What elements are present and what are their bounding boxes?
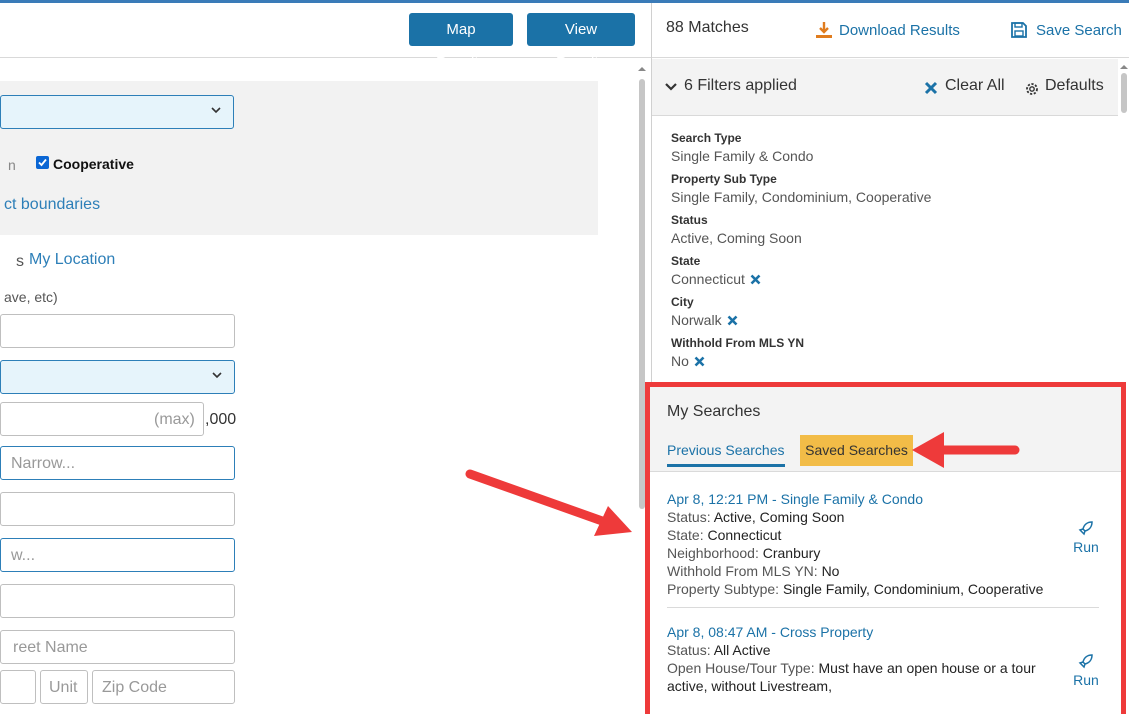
filter-value: Norwalk <box>671 312 738 328</box>
filter-value: Connecticut <box>671 271 761 287</box>
street-name-placeholder: reet Name <box>13 639 88 656</box>
street-number-input[interactable] <box>0 670 36 704</box>
search-detail-row: Status: All Active <box>667 642 771 658</box>
property-type-select[interactable] <box>0 95 234 129</box>
scroll-up-icon <box>638 67 646 71</box>
filter-label: Withhold From MLS YN <box>671 336 804 350</box>
search-detail-row: Withhold From MLS YN: No <box>667 563 840 579</box>
zip-code-input[interactable]: Zip Code <box>92 670 235 704</box>
range-select[interactable] <box>0 360 235 394</box>
dropdown-input[interactable] <box>0 584 235 618</box>
filter-label: Search Type <box>671 131 742 145</box>
search-title-link[interactable]: Apr 8, 08:47 AM - Cross Property <box>667 623 1107 641</box>
previous-search-item: Apr 8, 08:47 AM - Cross Property Status:… <box>667 623 1107 695</box>
save-icon <box>1011 22 1027 38</box>
search-detail-row: Property Subtype: Single Family, Condomi… <box>667 581 1044 597</box>
remove-filter-icon[interactable] <box>694 356 705 367</box>
max-placeholder: (max) <box>154 411 195 428</box>
search-criteria-panel: Map Results View Results n Cooperative c… <box>0 3 651 714</box>
street-name-input[interactable]: reet Name <box>0 630 235 664</box>
filter-label: Property Sub Type <box>671 172 777 186</box>
search-detail-row: State: Connecticut <box>667 527 782 543</box>
scrollbar-thumb[interactable] <box>1121 73 1127 113</box>
cooperative-label: Cooperative <box>53 156 134 172</box>
search-detail-row: active, without Livestream, <box>667 678 832 694</box>
run-search-button[interactable]: Run <box>1071 520 1101 555</box>
my-location-link[interactable]: My Location <box>29 251 115 269</box>
filter-label: State <box>671 254 701 268</box>
rocket-icon <box>1078 654 1093 669</box>
map-results-button[interactable]: Map Results <box>409 13 513 71</box>
previous-search-item: Apr 8, 12:21 PM - Single Family & Condo … <box>667 490 1107 598</box>
location-hint: ave, etc) <box>4 289 58 305</box>
filter-value: No <box>671 353 705 369</box>
check-icon <box>38 158 47 167</box>
filters-applied-toggle[interactable]: 6 Filters applied <box>684 77 797 95</box>
filters-bar: 6 Filters applied Clear All Defaults <box>652 59 1118 116</box>
scroll-up-icon <box>1120 65 1128 69</box>
chevron-down-icon <box>211 107 221 114</box>
gear-icon <box>1026 83 1038 95</box>
tab-previous-searches[interactable]: Previous Searches <box>667 442 785 467</box>
checkbox-label-partial: n <box>8 157 16 173</box>
save-label: Save Search <box>1036 22 1122 39</box>
clear-all-button[interactable]: Clear All <box>945 77 1005 95</box>
my-searches-title: My Searches <box>667 403 761 420</box>
clear-x-icon <box>924 81 938 95</box>
chevron-down-icon[interactable] <box>665 82 677 92</box>
narrow-input-2[interactable]: w... <box>0 538 235 572</box>
defaults-button[interactable]: Defaults <box>1045 77 1104 95</box>
entry-divider <box>667 607 1099 608</box>
draw-boundaries-link[interactable]: ct boundaries <box>4 196 100 214</box>
search-title-link[interactable]: Apr 8, 12:21 PM - Single Family & Condo <box>667 490 1107 508</box>
filter-label: City <box>671 295 694 309</box>
property-type-section: n Cooperative ct boundaries <box>0 81 598 235</box>
results-header: 88 Matches Download Results Save Search <box>652 3 1129 58</box>
match-count: 88 Matches <box>666 19 749 36</box>
thousands-suffix: ,000 <box>205 411 237 428</box>
view-results-button[interactable]: View Results <box>527 13 635 71</box>
unit-input[interactable]: Unit <box>40 670 88 704</box>
text-input[interactable] <box>0 492 235 526</box>
my-searches-header: My Searches Previous Searches Saved Sear… <box>650 387 1121 472</box>
search-detail-row: Status: Active, Coming Soon <box>667 509 845 525</box>
download-icon <box>816 22 832 38</box>
remove-filter-icon[interactable] <box>750 274 761 285</box>
unit-placeholder: Unit <box>49 679 78 696</box>
run-search-button[interactable]: Run <box>1071 653 1101 688</box>
filters-scrollbar[interactable] <box>1118 59 1129 379</box>
download-label: Download Results <box>839 22 960 39</box>
narrow-placeholder-1: Narrow... <box>11 455 76 472</box>
rocket-icon <box>1078 521 1093 536</box>
filter-value: Single Family, Condominium, Cooperative <box>671 189 932 205</box>
narrow-input-1[interactable]: Narrow... <box>0 446 235 480</box>
location-input[interactable] <box>0 314 235 348</box>
tab-saved-searches[interactable]: Saved Searches <box>800 435 913 466</box>
filter-value: Single Family & Condo <box>671 148 814 164</box>
search-detail-row: Open House/Tour Type: Must have an open … <box>667 660 1036 676</box>
narrow-placeholder-2: w... <box>11 547 36 564</box>
filter-label: Status <box>671 213 708 227</box>
chevron-down-icon <box>212 372 222 379</box>
location-prefix: s <box>16 253 24 270</box>
search-detail-row: Neighborhood: Cranbury <box>667 545 821 561</box>
price-max-input[interactable]: (max) <box>0 402 204 436</box>
filter-value: Active, Coming Soon <box>671 230 802 246</box>
cooperative-checkbox[interactable] <box>36 156 49 169</box>
results-toolbar: Map Results View Results <box>0 3 651 71</box>
remove-filter-icon[interactable] <box>727 315 738 326</box>
zip-placeholder: Zip Code <box>102 679 167 696</box>
my-searches-panel: My Searches Previous Searches Saved Sear… <box>645 382 1126 714</box>
